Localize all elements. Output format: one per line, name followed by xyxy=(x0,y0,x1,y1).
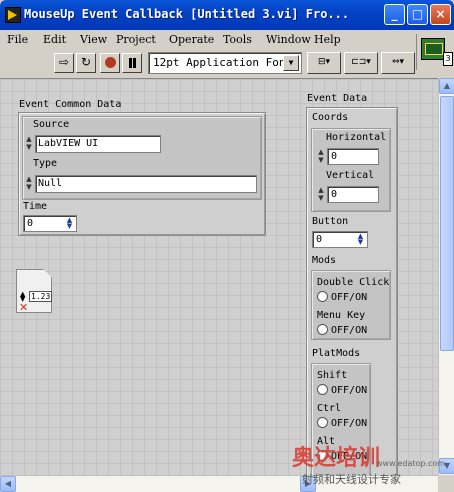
distribute-objects-icon[interactable]: ⊏⊐▾ xyxy=(344,52,378,74)
type-label: Type xyxy=(33,158,58,169)
shift-value: OFF/ON xyxy=(331,385,368,396)
event-common-data-label: Event Common Data xyxy=(19,99,122,110)
menu-view[interactable]: View xyxy=(80,33,107,46)
horizontal-label: Horizontal xyxy=(326,132,387,143)
source-ring-arrows-icon[interactable]: ▲ ▼ xyxy=(24,135,34,153)
vertical-scrollbar[interactable]: ▲ ▼ xyxy=(438,78,454,475)
vertical-field[interactable]: 0 xyxy=(327,186,379,203)
ref-control[interactable]: ▲ ▼ 1.23 ✕ xyxy=(16,269,52,313)
event-data-label: Event Data xyxy=(307,93,368,104)
resize-objects-icon[interactable]: ⇔▾ xyxy=(381,52,415,74)
button-value: 0 xyxy=(316,234,323,245)
ctrl-radio[interactable] xyxy=(317,417,328,428)
menu-operate[interactable]: Operate xyxy=(169,33,214,46)
align-objects-icon[interactable]: ⊟▾ xyxy=(307,52,341,74)
type-field[interactable]: Null xyxy=(35,175,257,193)
source-field[interactable]: LabVIEW UI xyxy=(35,135,161,153)
coords-label: Coords xyxy=(312,112,349,123)
watermark-logo-text: 奥达培训 xyxy=(292,446,381,471)
menu-bar: File Edit View Project Operate Tools Win… xyxy=(0,30,415,50)
window-title: MouseUp Event Callback [Untitled 3.vi] F… xyxy=(24,7,350,21)
watermark-tagline: 射频和天线设计专家 xyxy=(302,473,401,486)
menu-edit[interactable]: Edit xyxy=(43,33,66,46)
time-field[interactable]: 0 ▲ ▼ xyxy=(23,215,77,232)
pause-icon[interactable] xyxy=(122,53,142,73)
font-select[interactable]: 12pt Application Font ▼ xyxy=(148,52,302,74)
vi-icon[interactable] xyxy=(421,38,445,60)
abort-icon[interactable] xyxy=(100,53,120,73)
time-label: Time xyxy=(23,201,48,212)
run-arrow-icon[interactable]: ⇨ xyxy=(54,53,74,73)
connector-pane[interactable]: 3 xyxy=(443,52,453,66)
event-data-cluster: Coords Horizontal ▲ ▼ 0 Vertical ▲ ▼ 0 But… xyxy=(306,107,398,475)
double-click-label: Double Click xyxy=(317,277,390,288)
menu-key-label: Menu Key xyxy=(317,310,366,321)
vertical-spin-icon[interactable]: ▲ ▼ xyxy=(316,186,326,204)
error-x-icon: ✕ xyxy=(19,301,29,314)
run-continuously-icon[interactable]: ↻ xyxy=(76,53,96,73)
menu-tools[interactable]: Tools xyxy=(223,33,252,46)
scroll-up-icon[interactable]: ▲ xyxy=(439,78,454,94)
menu-window[interactable]: Window xyxy=(266,33,311,46)
button-field[interactable]: 0 ▲ ▼ xyxy=(312,231,368,248)
horizontal-field[interactable]: 0 xyxy=(327,148,379,165)
button-spin-icon[interactable]: ▲ ▼ xyxy=(355,233,366,246)
event-common-data-cluster: Source ▲ ▼ LabVIEW UI Type ▲ ▼ Null Time 0… xyxy=(18,112,266,236)
menu-key-value: OFF/ON xyxy=(331,325,368,336)
vertical-label: Vertical xyxy=(326,170,375,181)
mods-label: Mods xyxy=(312,255,337,266)
menu-key-radio[interactable] xyxy=(317,324,328,335)
shift-label: Shift xyxy=(317,370,348,381)
labview-app-icon[interactable] xyxy=(5,7,21,23)
vertical-scroll-thumb[interactable] xyxy=(440,96,454,351)
button-label: Button xyxy=(312,216,349,227)
menu-file[interactable]: File xyxy=(7,33,28,46)
scroll-left-icon[interactable]: ◀ xyxy=(0,476,16,492)
menu-help[interactable]: Help xyxy=(314,33,341,46)
close-button[interactable]: × xyxy=(430,4,451,25)
maximize-button[interactable]: □ xyxy=(407,4,428,25)
toolbar: ⇨ ↻ 12pt Application Font ▼ ⊟▾ ⊏⊐▾ ⇔▾ xyxy=(0,50,415,76)
horizontal-spin-icon[interactable]: ▲ ▼ xyxy=(316,148,326,166)
title-bar: MouseUp Event Callback [Untitled 3.vi] F… xyxy=(0,0,454,30)
time-value: 0 xyxy=(27,218,34,229)
source-label: Source xyxy=(33,119,70,130)
watermark-url: www.edatop.com xyxy=(376,459,446,468)
font-select-value: 12pt Application Font xyxy=(153,56,293,69)
time-increment-icon[interactable]: ▲ ▼ xyxy=(64,217,75,230)
ctrl-label: Ctrl xyxy=(317,403,342,414)
ref-control-label: 1.23 xyxy=(29,291,52,302)
menu-project[interactable]: Project xyxy=(116,33,156,46)
platmods-label: PlatMods xyxy=(312,348,361,359)
double-click-value: OFF/ON xyxy=(331,292,368,303)
double-click-radio[interactable] xyxy=(317,291,328,302)
vi-icon-pane: 3 xyxy=(416,34,454,70)
minimize-button[interactable]: _ xyxy=(384,4,405,25)
front-panel[interactable]: Event Common Data Source ▲ ▼ LabVIEW UI T… xyxy=(0,78,438,475)
chevron-down-icon[interactable]: ▼ xyxy=(283,55,299,71)
ctrl-value: OFF/ON xyxy=(331,418,368,429)
shift-radio[interactable] xyxy=(317,384,328,395)
type-ring-arrows-icon[interactable]: ▲ ▼ xyxy=(24,175,34,193)
